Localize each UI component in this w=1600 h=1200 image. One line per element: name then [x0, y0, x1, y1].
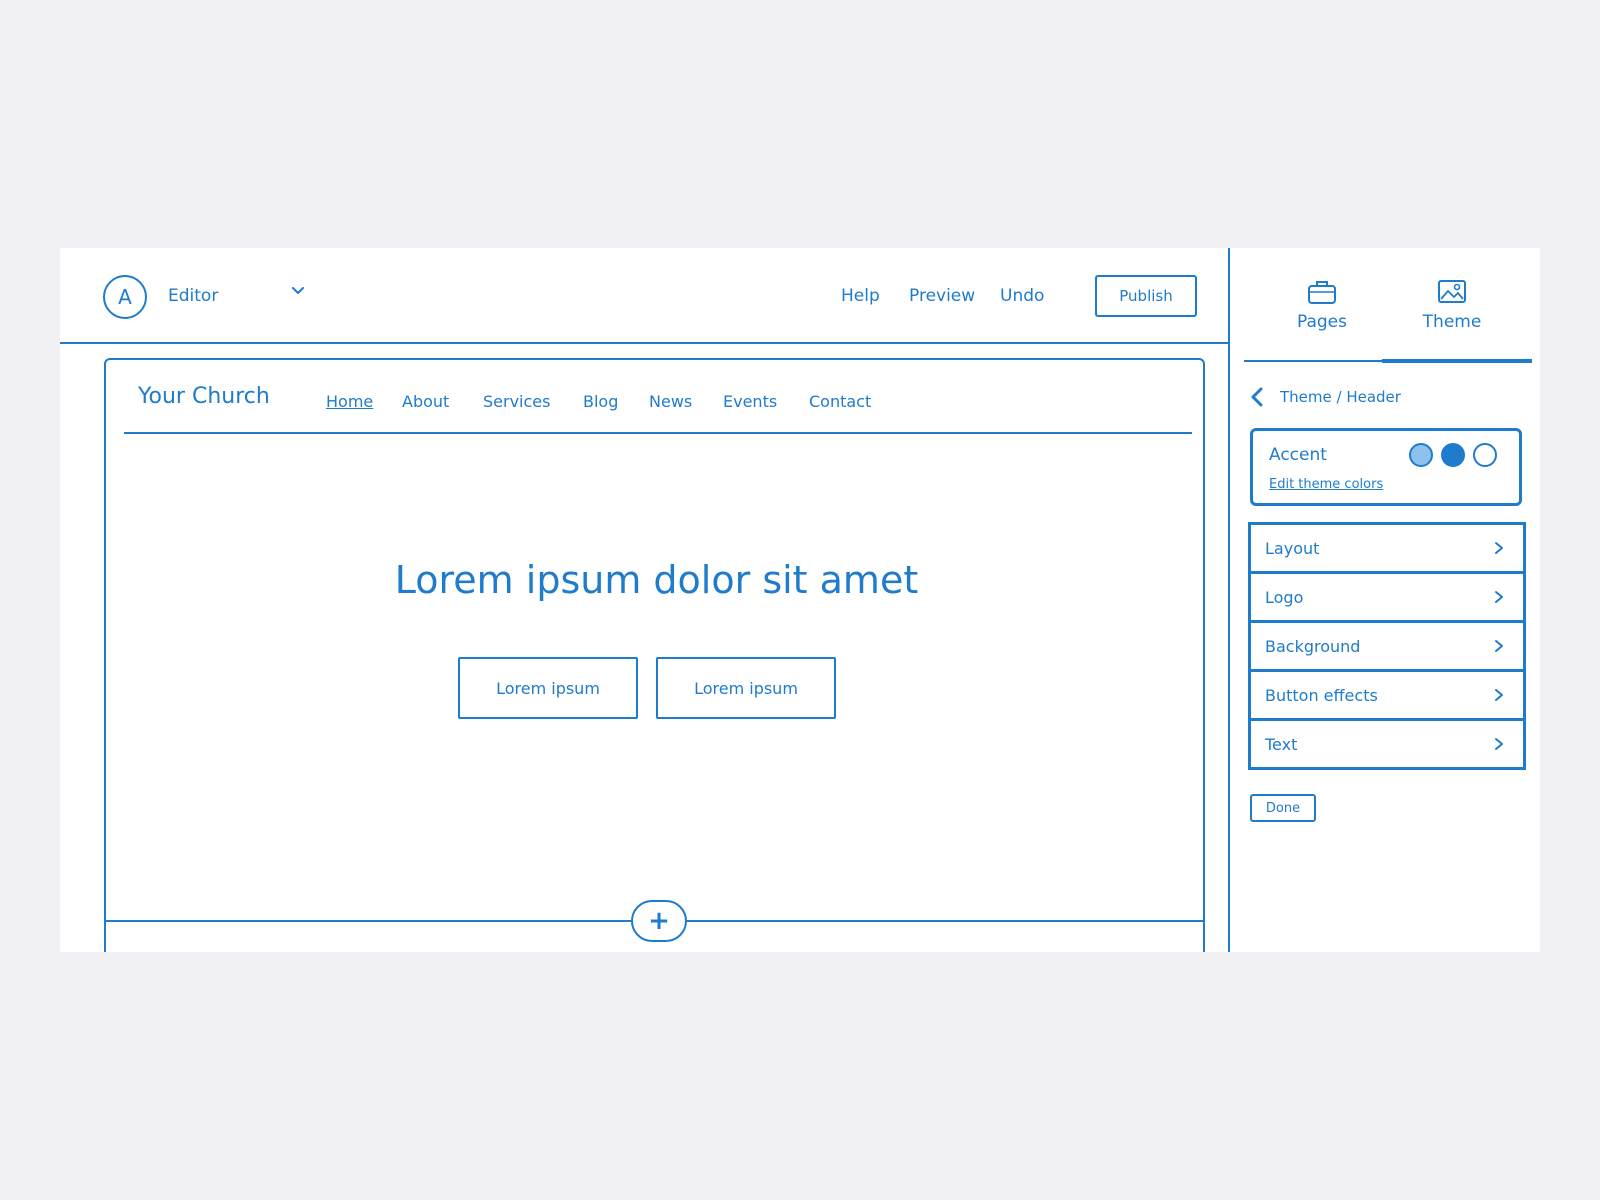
- nav-link-blog[interactable]: Blog: [583, 392, 618, 411]
- nav-link-services[interactable]: Services: [483, 392, 550, 411]
- accent-swatch-primary[interactable]: [1441, 443, 1465, 467]
- image-icon: [1438, 280, 1466, 303]
- page-canvas: Your Church Home About Services Blog New…: [104, 358, 1205, 952]
- chevron-right-icon: [1495, 689, 1503, 701]
- plus-icon: +: [648, 906, 670, 936]
- avatar[interactable]: A: [103, 275, 147, 319]
- editor-area: A Editor Help Preview Undo Publish Your …: [60, 248, 1230, 952]
- site-title[interactable]: Your Church: [138, 384, 270, 409]
- setting-label: Background: [1265, 636, 1361, 656]
- chevron-down-icon[interactable]: [290, 283, 306, 299]
- setting-logo[interactable]: Logo: [1248, 574, 1526, 623]
- app-window: A Editor Help Preview Undo Publish Your …: [60, 248, 1540, 952]
- publish-button[interactable]: Publish: [1095, 275, 1197, 317]
- settings-list: Layout Logo Background Button effects Te…: [1248, 522, 1526, 770]
- edit-theme-colors-link[interactable]: Edit theme colors: [1269, 477, 1383, 492]
- nav-link-home[interactable]: Home: [326, 392, 373, 411]
- tab-theme-label: Theme: [1422, 312, 1482, 332]
- chevron-right-icon: [1495, 738, 1503, 750]
- setting-button-effects[interactable]: Button effects: [1248, 672, 1526, 721]
- breadcrumb: Theme / Header: [1280, 388, 1401, 406]
- setting-background[interactable]: Background: [1248, 623, 1526, 672]
- tab-pages-label: Pages: [1296, 312, 1347, 332]
- theme-panel: Pages Theme Theme / Header Accent Edit t…: [1232, 248, 1540, 952]
- nav-link-about[interactable]: About: [402, 392, 449, 411]
- setting-layout[interactable]: Layout: [1248, 522, 1526, 574]
- nav-divider: [124, 432, 1192, 434]
- accent-swatch-light[interactable]: [1409, 443, 1433, 467]
- chevron-right-icon: [1495, 640, 1503, 652]
- tab-theme[interactable]: Theme: [1392, 278, 1512, 332]
- add-section-button[interactable]: +: [631, 900, 687, 942]
- setting-label: Logo: [1265, 587, 1304, 607]
- setting-text[interactable]: Text: [1248, 721, 1526, 770]
- chevron-right-icon: [1495, 591, 1503, 603]
- accent-swatch-white[interactable]: [1473, 443, 1497, 467]
- top-bar: A Editor Help Preview Undo Publish: [60, 248, 1230, 344]
- hero-title[interactable]: Lorem ipsum dolor sit amet: [106, 558, 1207, 602]
- help-link[interactable]: Help: [841, 286, 880, 306]
- nav-link-events[interactable]: Events: [723, 392, 777, 411]
- done-button[interactable]: Done: [1250, 794, 1316, 822]
- accent-card: Accent Edit theme colors: [1250, 428, 1522, 506]
- hero-button-secondary[interactable]: Lorem ipsum: [656, 657, 836, 719]
- preview-link[interactable]: Preview: [909, 286, 975, 306]
- nav-link-news[interactable]: News: [649, 392, 692, 411]
- chevron-right-icon: [1495, 542, 1503, 554]
- accent-label: Accent: [1269, 445, 1327, 465]
- hero-button-primary[interactable]: Lorem ipsum: [458, 657, 638, 719]
- briefcase-icon: [1308, 281, 1336, 304]
- undo-link[interactable]: Undo: [1000, 286, 1044, 306]
- nav-link-contact[interactable]: Contact: [809, 392, 871, 411]
- setting-label: Button effects: [1265, 685, 1378, 705]
- tab-pages[interactable]: Pages: [1262, 278, 1382, 332]
- editor-mode-label[interactable]: Editor: [168, 286, 218, 306]
- back-arrow-icon[interactable]: [1248, 386, 1266, 408]
- active-tab-indicator: [1382, 359, 1532, 363]
- setting-label: Text: [1265, 734, 1298, 754]
- setting-label: Layout: [1265, 538, 1320, 558]
